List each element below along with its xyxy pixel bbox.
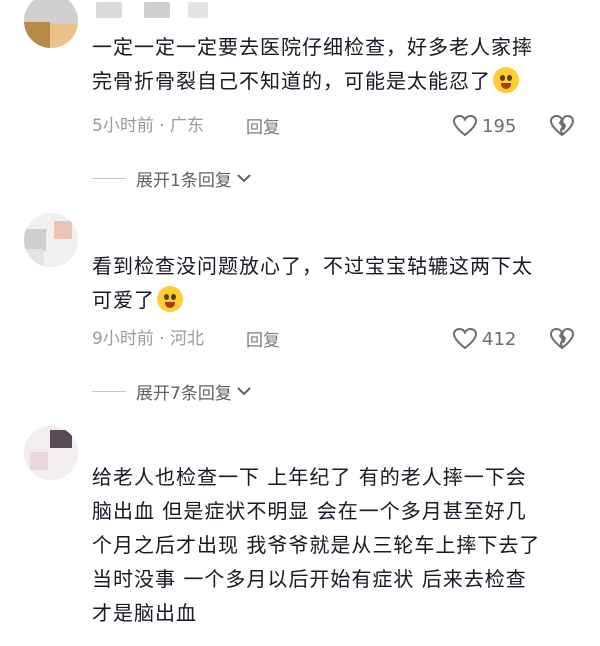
comment-line: 脑出血 但是症状不明显 会在一个多月甚至好几: [92, 499, 527, 523]
comment-text: 给老人也检查一下 上年纪了 有的老人摔一下会 脑出血 但是症状不明显 会在一个多…: [92, 460, 582, 630]
comment-line: 当时没事 一个多月以后开始有症状 后来去检查: [92, 567, 527, 591]
comment-3: 给老人也检查一下 上年纪了 有的老人摔一下会 脑出血 但是症状不明显 会在一个多…: [0, 0, 600, 646]
comment-line: 才是脑出血: [92, 601, 197, 625]
comment-line: 给老人也检查一下 上年纪了 有的老人摔一下会: [92, 465, 527, 489]
avatar[interactable]: [24, 426, 78, 480]
comment-line: 个月之后才出现 我爷爷就是从三轮车上摔下去了: [92, 533, 541, 557]
